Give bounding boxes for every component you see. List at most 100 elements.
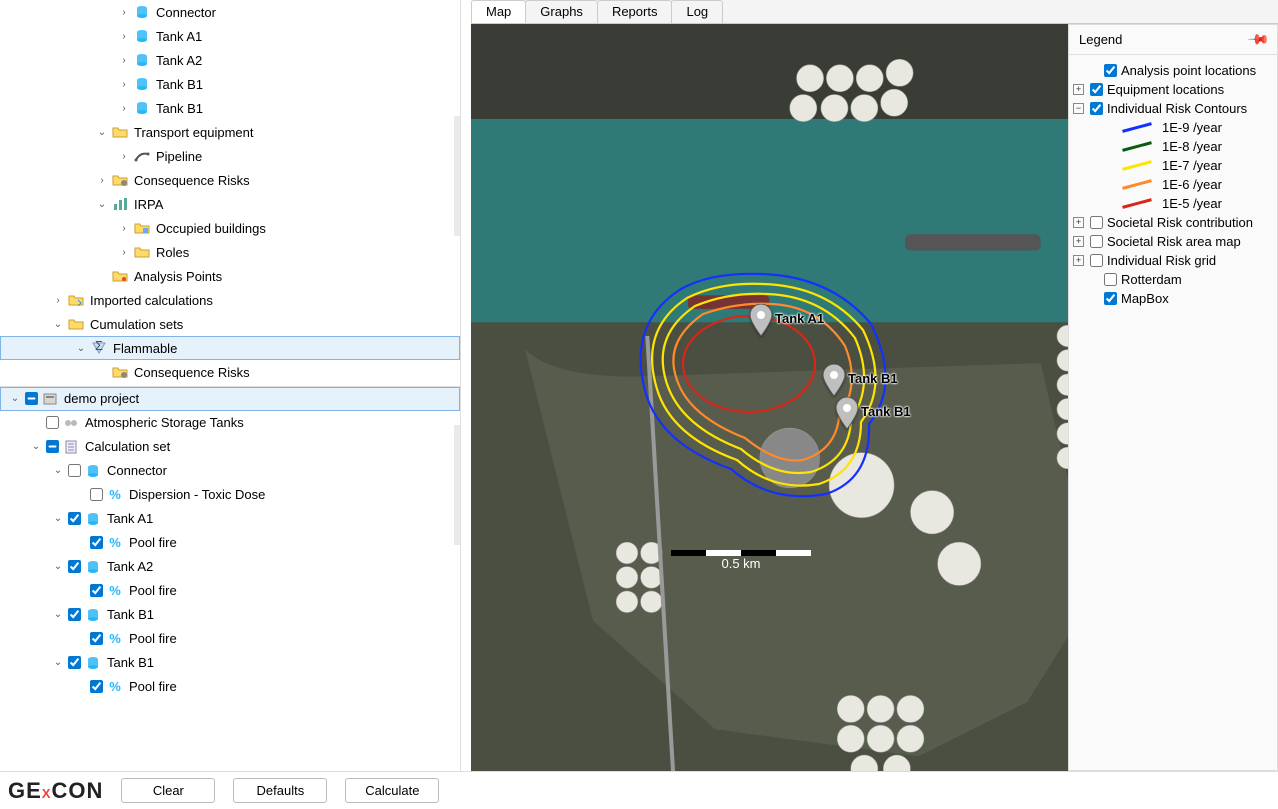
tree-checkbox[interactable] — [25, 392, 38, 405]
expand-toggle[interactable]: › — [52, 294, 64, 306]
expand-toggle[interactable]: ⌄ — [96, 126, 108, 138]
expand-toggle[interactable]: ⌄ — [52, 561, 64, 573]
tree-item[interactable]: ›Tank B1 — [0, 72, 460, 96]
expand-toggle[interactable]: ⌄ — [52, 609, 64, 621]
tree-checkbox[interactable] — [90, 488, 103, 501]
tree-lower[interactable]: ⌄demo projectAtmospheric Storage Tanks⌄C… — [0, 386, 460, 772]
tree-item[interactable]: %Pool fire — [0, 627, 460, 651]
expand-toggle[interactable]: ⌄ — [52, 513, 64, 525]
tree-checkbox[interactable] — [46, 416, 59, 429]
legend-checkbox[interactable] — [1104, 64, 1117, 77]
expand-toggle[interactable]: ⌄ — [52, 657, 64, 669]
legend-checkbox[interactable] — [1104, 292, 1117, 305]
expand-toggle[interactable]: › — [118, 222, 130, 234]
tab-graphs[interactable]: Graphs — [525, 0, 598, 23]
tree-checkbox[interactable] — [90, 584, 103, 597]
expand-toggle[interactable]: ⌄ — [96, 198, 108, 210]
tree-item[interactable]: ›Pipeline — [0, 144, 460, 168]
tree-item[interactable]: %Dispersion - Toxic Dose — [0, 483, 460, 507]
expand-toggle[interactable]: › — [118, 102, 130, 114]
expand-toggle[interactable]: › — [96, 174, 108, 186]
tree-item[interactable]: ›Imported calculations — [0, 288, 460, 312]
legend-checkbox[interactable] — [1090, 235, 1103, 248]
tree-item[interactable]: ›Occupied buildings — [0, 216, 460, 240]
tree-checkbox[interactable] — [90, 536, 103, 549]
expand-toggle[interactable]: › — [118, 246, 130, 258]
legend-expand[interactable]: + — [1073, 84, 1084, 95]
tree-item[interactable]: › Tank A2 — [0, 48, 460, 72]
tree-checkbox[interactable] — [68, 608, 81, 621]
legend-expand[interactable]: + — [1073, 255, 1084, 266]
clear-button[interactable]: Clear — [121, 778, 215, 803]
tree-item[interactable]: Consequence Risks — [0, 360, 460, 384]
tree-item[interactable]: ⌄Tank B1 — [0, 651, 460, 675]
tree-item[interactable]: Atmospheric Storage Tanks — [0, 411, 460, 435]
tree-label: Tank A1 — [156, 29, 202, 44]
tab-reports[interactable]: Reports — [597, 0, 673, 23]
tree-item[interactable]: ›Consequence Risks — [0, 168, 460, 192]
legend-checkbox[interactable] — [1104, 273, 1117, 286]
tree-item[interactable]: ⌄Calculation set — [0, 435, 460, 459]
tree-upper[interactable]: ›Connector›Tank A1›Tank A2›Tank B1›Tank … — [0, 0, 460, 386]
scroll-thumb[interactable] — [454, 425, 460, 545]
pin-icon[interactable]: 📌 — [1246, 27, 1270, 51]
scroll-thumb[interactable] — [454, 116, 460, 236]
expand-toggle[interactable]: ⌄ — [30, 441, 42, 453]
expand-toggle[interactable]: ⌄ — [75, 342, 87, 354]
tree-checkbox[interactable] — [68, 656, 81, 669]
svg-text:Σ: Σ — [95, 340, 103, 353]
calculate-button[interactable]: Calculate — [345, 778, 439, 803]
tree-item[interactable]: ⌄IRPA — [0, 192, 460, 216]
tree-checkbox[interactable] — [68, 512, 81, 525]
expand-toggle[interactable]: › — [118, 6, 130, 18]
tree-item[interactable]: ⌄demo project — [0, 387, 460, 411]
marker-label: Tank B1 — [848, 371, 898, 386]
tree-item[interactable]: › Tank A1 — [0, 24, 460, 48]
tree-item[interactable]: ›Roles — [0, 240, 460, 264]
map-marker[interactable] — [834, 397, 860, 432]
expand-toggle[interactable]: › — [118, 54, 130, 66]
tree-item[interactable]: ⌄Tank B1 — [0, 603, 460, 627]
expand-toggle[interactable]: › — [118, 78, 130, 90]
tree-item[interactable]: ⌄Cumulation sets — [0, 312, 460, 336]
legend-checkbox[interactable] — [1090, 83, 1103, 96]
tree-checkbox[interactable] — [68, 560, 81, 573]
expand-toggle[interactable]: › — [118, 30, 130, 42]
legend-checkbox[interactable] — [1090, 216, 1103, 229]
tree-label: Tank A2 — [156, 53, 202, 68]
legend-expand[interactable]: + — [1073, 236, 1084, 247]
tree-item[interactable]: ⌄Connector — [0, 459, 460, 483]
defaults-button[interactable]: Defaults — [233, 778, 327, 803]
cyl-icon — [134, 28, 150, 44]
tree-item[interactable]: ⌄Transport equipment — [0, 120, 460, 144]
expand-toggle[interactable]: ⌄ — [9, 393, 21, 405]
tab-log[interactable]: Log — [671, 0, 723, 23]
expand-toggle[interactable]: › — [118, 150, 130, 162]
map-marker[interactable] — [821, 364, 847, 399]
tree-checkbox[interactable] — [46, 440, 59, 453]
tree-item[interactable]: ⌄ΣFlammable — [0, 336, 460, 360]
tree-checkbox[interactable] — [90, 632, 103, 645]
expand-toggle[interactable]: ⌄ — [52, 465, 64, 477]
tree-item[interactable]: %Pool fire — [0, 675, 460, 699]
legend-checkbox[interactable] — [1090, 102, 1103, 115]
pipe-icon — [134, 148, 150, 164]
tree-item[interactable]: %Pool fire — [0, 579, 460, 603]
tree-item[interactable]: ›Tank B1 — [0, 96, 460, 120]
map-marker[interactable] — [748, 304, 774, 339]
tree-item[interactable]: ⌄Tank A1 — [0, 507, 460, 531]
svg-text:%: % — [109, 583, 121, 598]
tree-item[interactable]: Analysis Points — [0, 264, 460, 288]
cyl-icon — [134, 52, 150, 68]
expand-toggle[interactable]: ⌄ — [52, 318, 64, 330]
tab-map[interactable]: Map — [471, 0, 526, 23]
tree-item[interactable]: ›Connector — [0, 0, 460, 24]
tree-checkbox[interactable] — [90, 680, 103, 693]
legend-checkbox[interactable] — [1090, 254, 1103, 267]
tree-checkbox[interactable] — [68, 464, 81, 477]
tree-item[interactable]: ⌄Tank A2 — [0, 555, 460, 579]
tree-item[interactable]: %Pool fire — [0, 531, 460, 555]
view-tabs[interactable]: MapGraphsReportsLog — [471, 0, 1278, 24]
legend-expand[interactable]: − — [1073, 103, 1084, 114]
legend-expand[interactable]: + — [1073, 217, 1084, 228]
